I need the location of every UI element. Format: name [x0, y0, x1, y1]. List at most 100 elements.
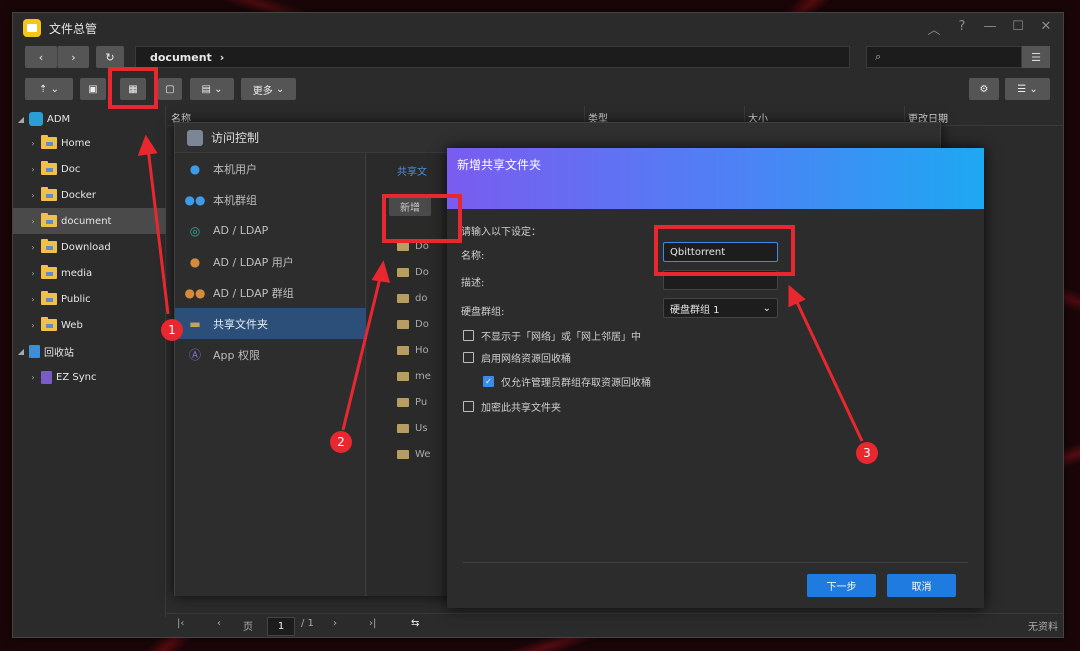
share-row[interactable]: Pu — [397, 397, 437, 408]
menu-local-groups[interactable]: ●● 本机群组 — [175, 184, 366, 215]
checkbox[interactable] — [463, 401, 474, 412]
volume-label: 硬盘群组: — [461, 307, 505, 318]
tree-root-adm[interactable]: ◢ ADM — [17, 106, 170, 132]
annotation-step-3: 3 — [856, 442, 878, 464]
tab-shared-folders[interactable]: 共享文 — [397, 163, 427, 178]
tree-item-doc[interactable]: › Doc — [13, 156, 166, 182]
recycle-bin-option[interactable]: 启用网络资源回收桶 — [463, 350, 571, 365]
caret-right-icon[interactable]: › — [29, 139, 37, 148]
refresh-list-icon[interactable]: ⇆ — [411, 618, 419, 629]
page-number-input[interactable]: 1 — [267, 617, 295, 636]
forward-button[interactable]: › — [57, 46, 89, 68]
group-icon: ●● — [184, 192, 206, 207]
more-label: 更多 — [252, 85, 273, 97]
page-total: / 1 — [301, 618, 314, 629]
path-bar[interactable]: document › — [135, 46, 850, 68]
description-label: 描述: — [461, 278, 485, 289]
more-menu-button[interactable]: 更多 ⌄ — [241, 78, 296, 100]
tree-item-home[interactable]: › Home — [13, 130, 166, 156]
next-button[interactable]: 下一步 — [807, 574, 876, 597]
new-folder-button[interactable]: ▣ — [80, 78, 106, 100]
share-row[interactable]: Us — [397, 423, 437, 434]
caret-down-icon[interactable]: ◢ — [17, 115, 25, 124]
folder-icon — [41, 187, 57, 201]
caret-right-icon[interactable]: › — [29, 165, 37, 174]
checkbox-checked[interactable]: ✓ — [483, 376, 494, 387]
first-page-button[interactable]: |‹ — [177, 618, 184, 629]
hide-from-network-option[interactable]: 不显示于「网络」或「网上邻居」中 — [463, 328, 641, 343]
share-row[interactable]: me — [397, 371, 437, 382]
search-options-button[interactable]: ☰ — [1022, 46, 1050, 68]
share-row[interactable]: Do — [397, 319, 437, 330]
share-row[interactable]: Do — [397, 267, 437, 278]
folder-icon — [397, 398, 409, 407]
caret-right-icon[interactable]: › — [29, 321, 37, 330]
annotation-box-toolbar — [108, 67, 158, 109]
volume-select[interactable]: 硬盘群组 1 ⌄ — [663, 298, 778, 318]
maximize-icon[interactable]: ☐ — [1011, 19, 1025, 38]
folder-icon — [41, 213, 57, 227]
back-button[interactable]: ‹ — [25, 46, 57, 68]
select-all-button[interactable]: ▢ — [158, 78, 182, 100]
menu-ad-ldap[interactable]: ◎ AD / LDAP — [175, 215, 366, 246]
search-input[interactable]: ⌕ — [866, 46, 1022, 68]
menu-shared-folders[interactable]: ▬ 共享文件夹 — [175, 308, 366, 339]
share-row[interactable]: Ho — [397, 345, 437, 356]
checkbox[interactable] — [463, 352, 474, 363]
folder-tree: ◢ ADM › Home › Doc › Docker › document › Downl… — [13, 106, 166, 617]
folder-icon — [397, 424, 409, 433]
annotation-box-name — [654, 225, 795, 276]
navigation-bar: ‹ › ↻ document › ⌕ ☰ — [25, 46, 1050, 70]
menu-local-users[interactable]: ● 本机用户 — [175, 153, 366, 184]
tree-item-recycle-bin[interactable]: ◢ 回收站 — [17, 338, 170, 364]
ez-sync-icon — [41, 370, 52, 384]
share-row[interactable]: We — [397, 449, 437, 460]
dialog-title: 新增共享文件夹 — [457, 158, 542, 172]
tree-item-public[interactable]: › Public — [13, 286, 166, 312]
nas-icon — [29, 112, 43, 126]
tree-item-web[interactable]: › Web — [13, 312, 166, 338]
next-page-button[interactable]: › — [333, 618, 337, 629]
close-icon[interactable]: ✕ — [1039, 19, 1053, 38]
checkbox[interactable] — [463, 330, 474, 341]
search-icon: ⌕ — [875, 50, 882, 63]
volume-selected-value: 硬盘群组 1 — [670, 304, 720, 316]
collapse-icon[interactable]: ︿ — [927, 19, 941, 38]
view-mode-button[interactable]: ☰ ⌄ — [1005, 78, 1050, 100]
upload-button[interactable]: ⇡ ⌄ — [25, 78, 73, 100]
help-icon[interactable]: ? — [955, 19, 969, 38]
caret-right-icon[interactable]: › — [29, 243, 37, 252]
folder-icon — [41, 135, 57, 149]
menu-ad-ldap-groups[interactable]: ●● AD / LDAP 群组 — [175, 277, 366, 308]
ldap-icon: ◎ — [189, 223, 201, 238]
caret-right-icon[interactable]: › — [29, 217, 37, 226]
tree-item-document[interactable]: › document — [13, 208, 166, 234]
tree-item-download[interactable]: › Download — [13, 234, 166, 260]
minimize-icon[interactable]: — — [983, 19, 997, 38]
admin-only-recycle-option[interactable]: ✓ 仅允许管理员群组存取资源回收桶 — [483, 374, 651, 389]
name-label: 名称: — [461, 251, 485, 262]
caret-right-icon[interactable]: › — [29, 269, 37, 278]
folder-icon — [397, 372, 409, 381]
folder-icon — [397, 320, 409, 329]
encrypt-share-option[interactable]: 加密此共享文件夹 — [463, 399, 561, 414]
cancel-button[interactable]: 取消 — [887, 574, 956, 597]
tree-item-media[interactable]: › media — [13, 260, 166, 286]
caret-down-icon[interactable]: ◢ — [17, 347, 25, 356]
tree-item-ez-sync[interactable]: › EZ Sync — [13, 364, 166, 390]
tree-item-docker[interactable]: › Docker — [13, 182, 166, 208]
menu-app-permissions[interactable]: Ⓐ App 权限 — [175, 339, 366, 370]
menu-ad-ldap-users[interactable]: ● AD / LDAP 用户 — [175, 246, 366, 277]
last-page-button[interactable]: ›| — [369, 618, 376, 629]
caret-right-icon[interactable]: › — [29, 295, 37, 304]
caret-right-icon[interactable]: › — [29, 191, 37, 200]
prev-page-button[interactable]: ‹ — [217, 618, 221, 629]
empty-status-text: 无资料 — [1028, 622, 1058, 633]
dialog-header: 新增共享文件夹 — [447, 148, 984, 209]
share-link-button[interactable]: ▤ ⌄ — [190, 78, 234, 100]
share-row[interactable]: do — [397, 293, 437, 304]
caret-right-icon[interactable]: › — [29, 373, 37, 382]
refresh-button[interactable]: ↻ — [96, 46, 124, 68]
path-segment[interactable]: document — [150, 51, 212, 64]
settings-gear-icon[interactable]: ⚙ — [969, 78, 999, 100]
